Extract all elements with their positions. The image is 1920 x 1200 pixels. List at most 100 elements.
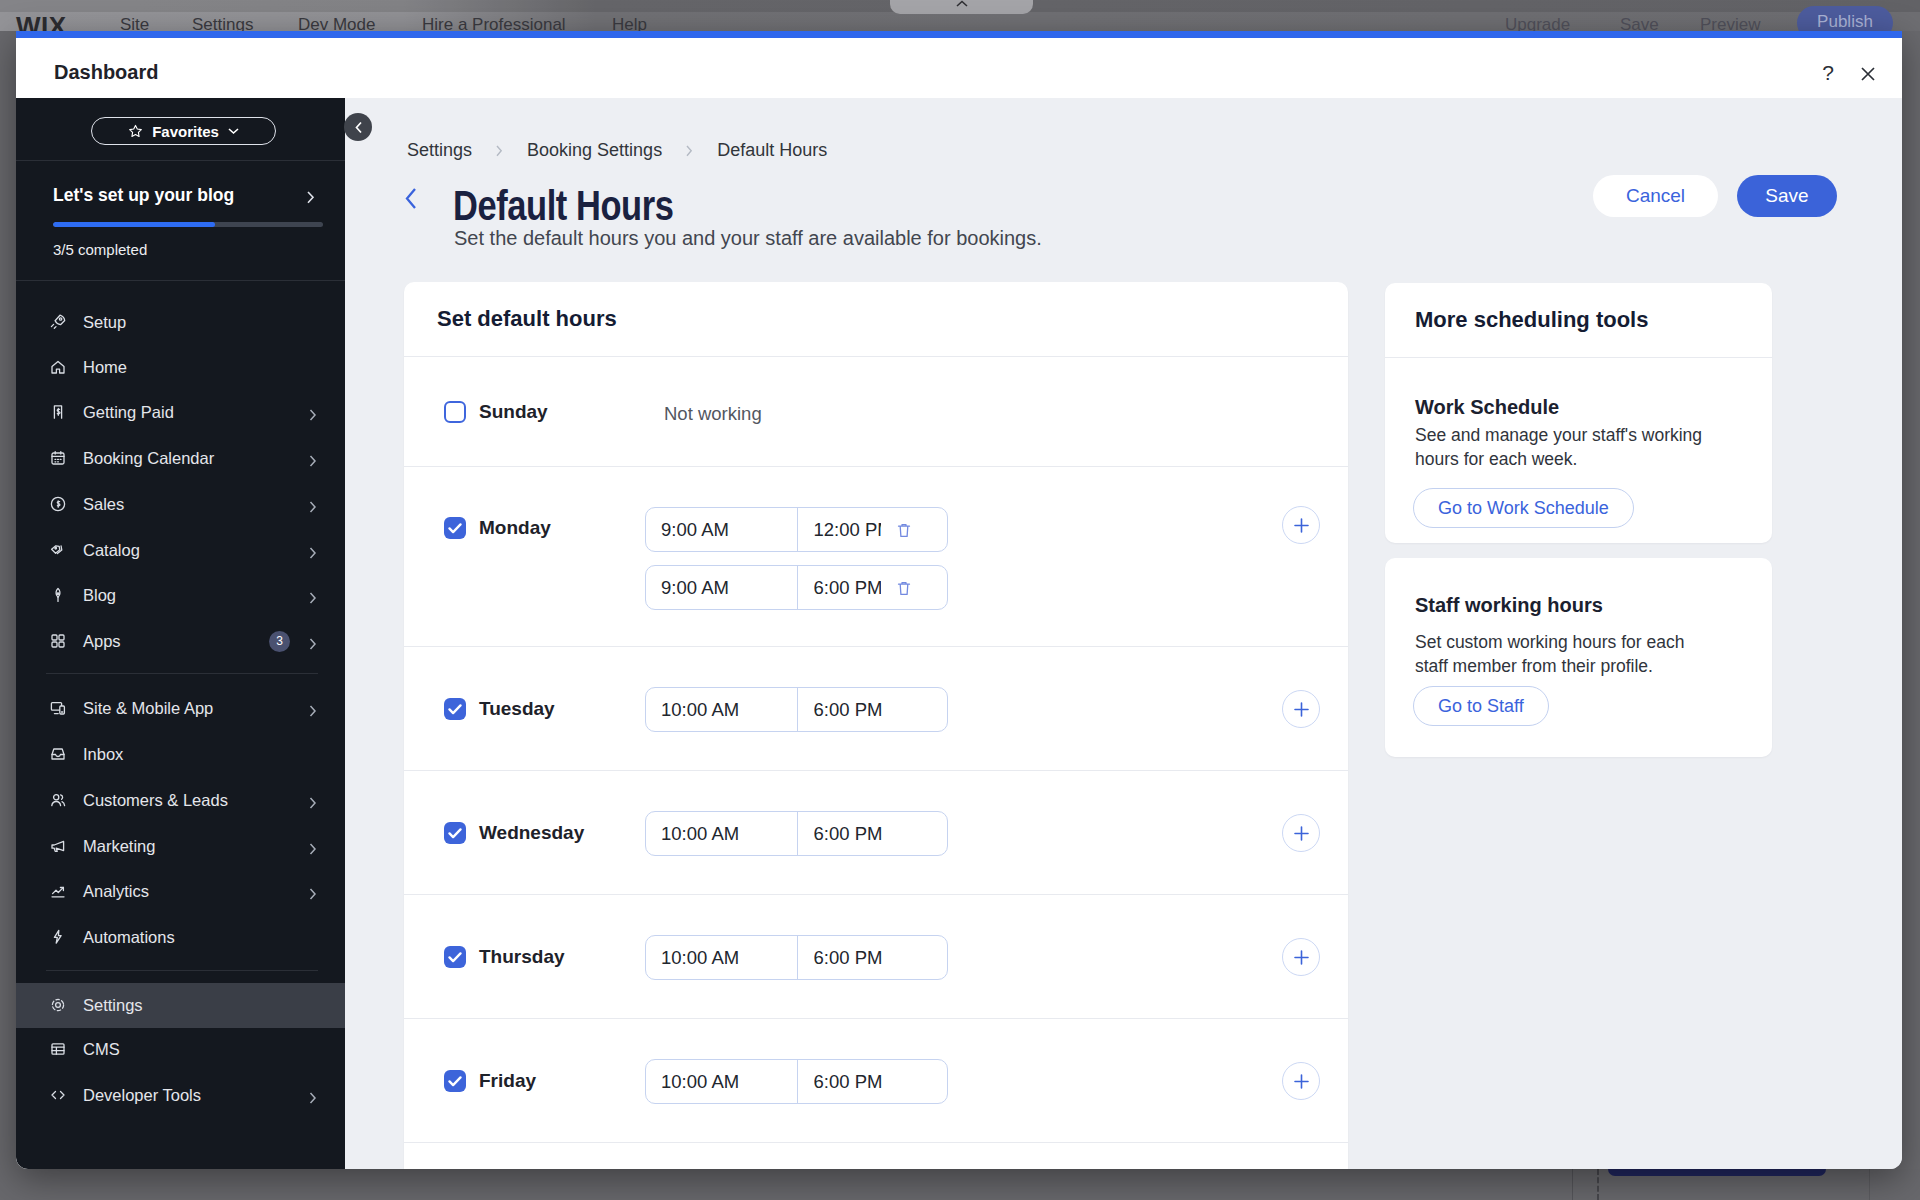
sidebar-item-label: Catalog (83, 541, 140, 560)
sidebar-item-catalog[interactable]: Catalog (16, 528, 345, 573)
chevron-right-icon[interactable] (307, 190, 315, 208)
back-button[interactable] (403, 186, 418, 215)
main-content: Settings Booking Settings Default Hours De… (345, 98, 1902, 1169)
work-schedule-body: See and manage your staff's working hour… (1415, 423, 1710, 471)
topbar-item-hire-a-professional[interactable]: Hire a Professional (422, 15, 566, 31)
time-range: 10:00 AM 6:00 PM (645, 1059, 948, 1104)
start-time-input[interactable]: 10:00 AM (646, 1060, 797, 1103)
breadcrumb-separator-icon (686, 145, 693, 157)
day-row-thursday: Thursday 10:00 AM 6:00 PM (404, 894, 1348, 1018)
hours-card-title: Set default hours (404, 282, 1348, 356)
staff-hours-body: Set custom working hours for each staff … (1415, 630, 1710, 678)
sidebar-item-blog[interactable]: Blog (16, 573, 345, 618)
end-time-input[interactable]: 6:00 PM (797, 812, 948, 855)
day-checkbox-friday[interactable] (444, 1070, 466, 1092)
sidebar-item-label: Analytics (83, 882, 149, 901)
screen: WIX Site Settings Dev Mode Hire a Professio… (0, 0, 1920, 1200)
sidebar-item-site-mobile-app[interactable]: Site & Mobile App (16, 686, 345, 731)
favorites-button[interactable]: Favorites (91, 117, 276, 145)
day-row-tuesday: Tuesday 10:00 AM 6:00 PM (404, 646, 1348, 770)
sidebar-item-apps[interactable]: Apps 3 (16, 619, 345, 664)
add-time-range-button[interactable] (1282, 1062, 1320, 1100)
cancel-button[interactable]: Cancel (1593, 175, 1718, 217)
sidebar-item-label: Apps (83, 632, 121, 651)
end-time-input[interactable]: 6:00 PM (797, 566, 948, 609)
sidebar-item-inbox[interactable]: Inbox (16, 732, 345, 777)
chevron-right-icon (309, 499, 317, 517)
sidebar-item-booking-calendar[interactable]: Booking Calendar (16, 436, 345, 481)
topbar-item-dev-mode[interactable]: Dev Mode (298, 15, 375, 31)
devices-icon (49, 699, 67, 717)
day-checkbox-sunday[interactable] (444, 401, 466, 423)
add-time-range-button[interactable] (1282, 690, 1320, 728)
delete-range-icon[interactable] (896, 580, 912, 602)
sidebar-item-marketing[interactable]: Marketing (16, 824, 345, 869)
help-icon[interactable]: ? (1816, 61, 1840, 85)
start-time-input[interactable]: 10:00 AM (646, 688, 797, 731)
topbar-item-settings[interactable]: Settings (192, 15, 253, 31)
save-button[interactable]: Save (1737, 175, 1837, 217)
apps-count-badge: 3 (269, 631, 290, 652)
start-time-input[interactable]: 10:00 AM (646, 936, 797, 979)
end-time-input[interactable]: 12:00 PM (797, 508, 948, 551)
sidebar-item-sales[interactable]: Sales (16, 482, 345, 527)
publish-button[interactable]: Publish (1797, 6, 1893, 31)
day-checkbox-tuesday[interactable] (444, 698, 466, 720)
sidebar-item-automations[interactable]: Automations (16, 915, 345, 960)
breadcrumb-item-settings[interactable]: Settings (407, 140, 472, 161)
start-time-input[interactable]: 10:00 AM (646, 812, 797, 855)
day-checkbox-thursday[interactable] (444, 946, 466, 968)
sidebar-collapse-button[interactable] (344, 113, 372, 141)
sidebar-item-home[interactable]: Home (16, 345, 345, 390)
topbar-item-site[interactable]: Site (120, 15, 149, 31)
tools-card-title: More scheduling tools (1385, 283, 1772, 358)
go-to-staff-button[interactable]: Go to Staff (1413, 686, 1549, 726)
go-to-work-schedule-button[interactable]: Go to Work Schedule (1413, 488, 1634, 528)
sidebar-item-settings[interactable]: Settings (16, 983, 345, 1028)
day-row-wednesday: Wednesday 10:00 AM 6:00 PM (404, 770, 1348, 894)
sidebar-item-label: Inbox (83, 745, 123, 764)
start-time-input[interactable]: 9:00 AM (646, 508, 797, 551)
sidebar-item-cms[interactable]: CMS (16, 1027, 345, 1072)
day-label: Friday (479, 1070, 536, 1092)
scheduling-tools-card: More scheduling tools Work Schedule See … (1385, 283, 1772, 543)
chevron-right-icon (309, 795, 317, 813)
setup-card-title[interactable]: Let's set up your blog (53, 185, 234, 206)
breadcrumb: Settings Booking Settings Default Hours (407, 140, 827, 161)
end-time-input[interactable]: 6:00 PM (797, 688, 948, 731)
day-checkbox-wednesday[interactable] (444, 822, 466, 844)
day-label: Tuesday (479, 698, 555, 720)
close-icon[interactable] (1859, 65, 1879, 85)
topbar-action-upgrade[interactable]: Upgrade (1505, 15, 1570, 31)
end-time-input[interactable]: 6:00 PM (797, 936, 948, 979)
sidebar: Favorites Let's set up your blog 3/5 com… (16, 98, 345, 1169)
add-time-range-button[interactable] (1282, 938, 1320, 976)
topbar-item-help[interactable]: Help (612, 15, 647, 31)
sidebar-item-analytics[interactable]: Analytics (16, 869, 345, 914)
sidebar-item-developer-tools[interactable]: Developer Tools (16, 1073, 345, 1118)
delete-range-icon[interactable] (896, 522, 912, 544)
sidebar-item-setup[interactable]: Setup (16, 300, 345, 345)
bolt-icon (49, 928, 67, 946)
start-time-input[interactable]: 9:00 AM (646, 566, 797, 609)
breadcrumb-item-booking-settings[interactable]: Booking Settings (527, 140, 662, 161)
doc-dollar-icon (49, 403, 67, 421)
end-time-input[interactable]: 6:00 PM (797, 1060, 948, 1103)
sidebar-item-getting-paid[interactable]: Getting Paid (16, 390, 345, 435)
day-checkbox-monday[interactable] (444, 517, 466, 539)
sidebar-item-label: Sales (83, 495, 124, 514)
chart-icon (49, 882, 67, 900)
add-time-range-button[interactable] (1282, 814, 1320, 852)
page-title: Default Hours (453, 182, 673, 230)
add-time-range-button[interactable] (1282, 506, 1320, 544)
chevron-right-icon (309, 636, 317, 654)
chevron-right-icon (309, 545, 317, 563)
topbar-action-save[interactable]: Save (1620, 15, 1659, 31)
chevron-left-icon (354, 121, 363, 134)
topbar-action-preview[interactable]: Preview (1700, 15, 1760, 31)
dimmed-dashed-line (1597, 1169, 1599, 1200)
sidebar-item-customers-leads[interactable]: Customers & Leads (16, 778, 345, 823)
wix-logo: WIX (16, 11, 67, 31)
breadcrumb-item-default-hours[interactable]: Default Hours (717, 140, 827, 161)
sidebar-item-label: Home (83, 358, 127, 377)
